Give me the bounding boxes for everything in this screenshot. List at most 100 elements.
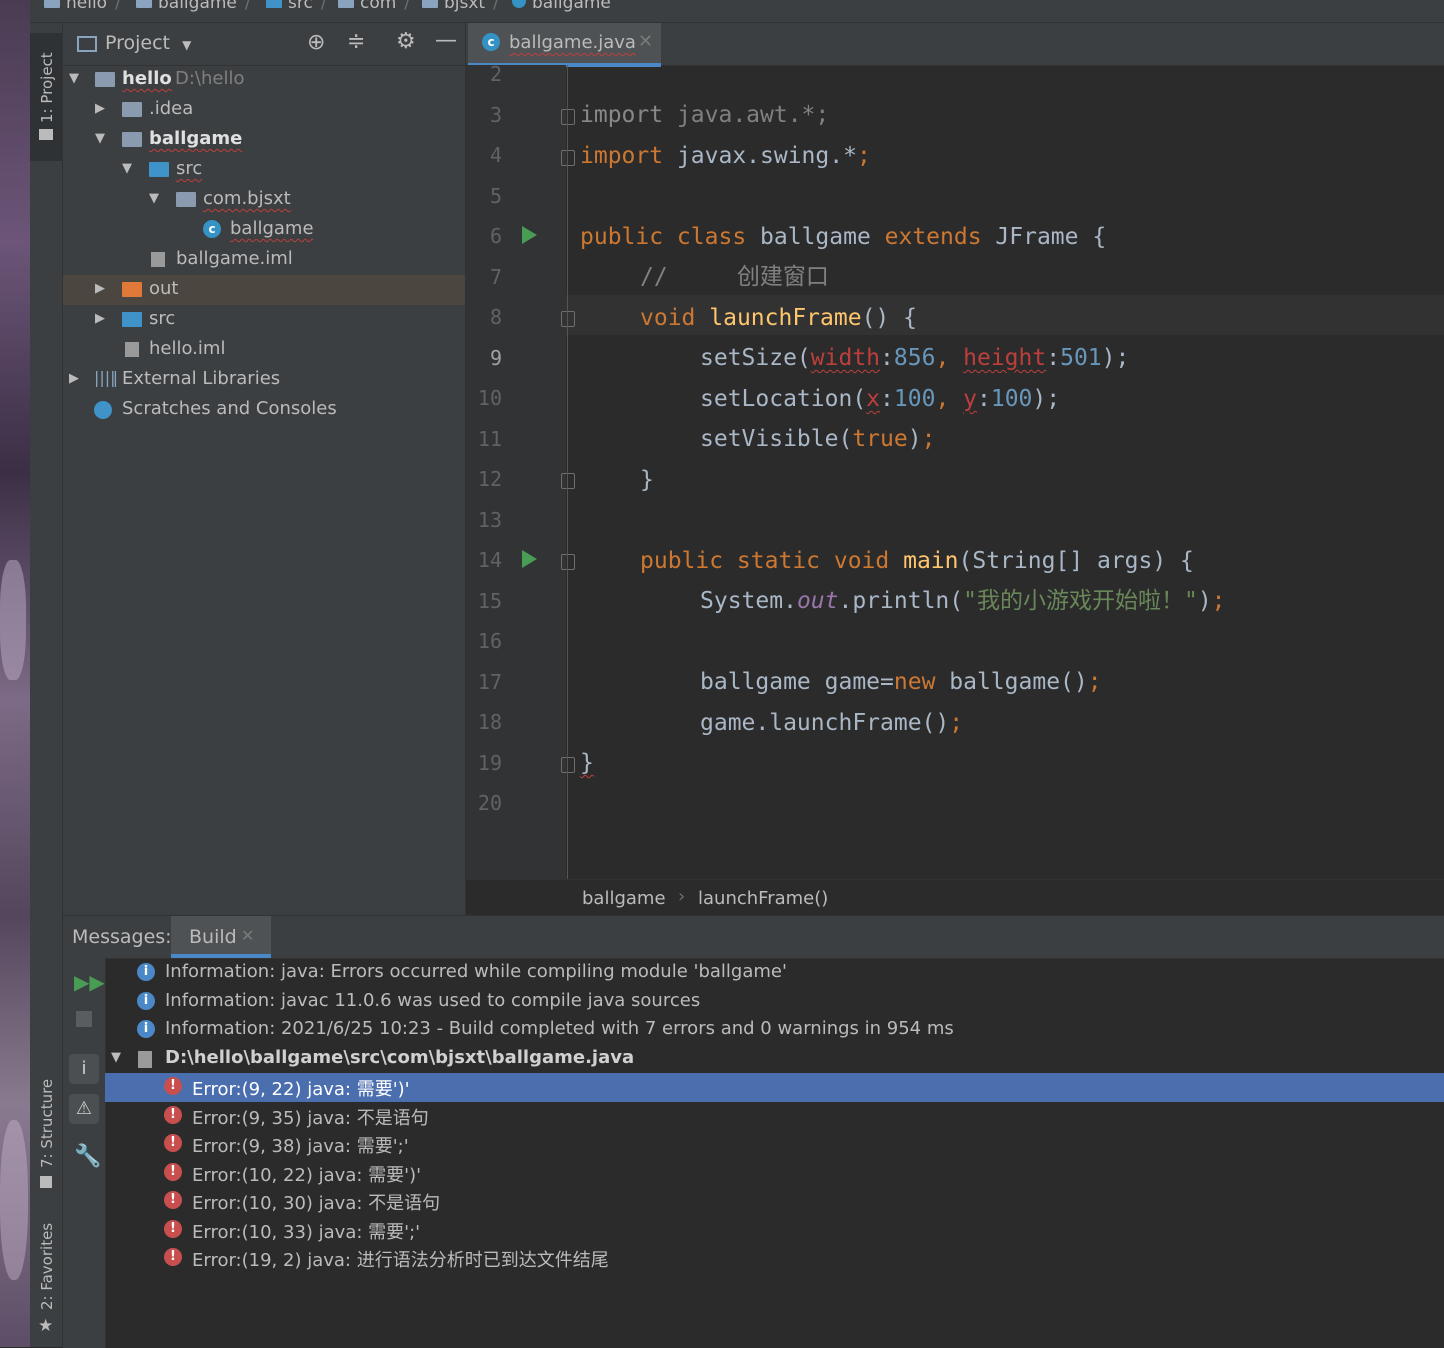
- error-icon: !: [164, 1077, 182, 1095]
- expanded-arrow-icon[interactable]: ▼: [122, 161, 132, 176]
- message-text: Error:(9, 22) java: 需要')': [192, 1079, 410, 1100]
- message-error[interactable]: ! Error:(10, 30) java: 不是语句: [105, 1187, 1444, 1216]
- gear-icon[interactable]: ⚙: [396, 29, 416, 54]
- tool-tab-project[interactable]: 1: Project: [30, 33, 62, 161]
- line-number: 6: [489, 224, 502, 248]
- message-text: Error:(9, 38) java: 需要';': [192, 1136, 409, 1157]
- source-folder-icon: [149, 162, 169, 177]
- message-text: Error:(10, 33) java: 需要';': [192, 1222, 421, 1243]
- tree-node-label: ballgame.iml: [176, 248, 293, 269]
- libraries-icon: |||‖: [94, 368, 119, 387]
- run-gutter-icon[interactable]: [522, 550, 537, 568]
- stop-icon[interactable]: [76, 1011, 92, 1027]
- tree-node-label: External Libraries: [122, 368, 281, 389]
- collapsed-arrow-icon[interactable]: ▶: [95, 281, 105, 296]
- code-token: ballgame(): [949, 669, 1088, 695]
- editor-breadcrumb-class[interactable]: ballgame: [582, 888, 666, 909]
- breadcrumb-item-bjsxt[interactable]: bjsxt /: [422, 0, 499, 13]
- expanded-arrow-icon[interactable]: ▼: [69, 71, 79, 86]
- expanded-arrow-icon[interactable]: ▼: [95, 131, 105, 146]
- tree-node-label: ballgame: [230, 218, 314, 239]
- line-number: 19: [477, 751, 502, 775]
- hide-panel-icon[interactable]: —: [435, 28, 457, 53]
- warning-filter-icon[interactable]: ⚠: [69, 1094, 99, 1124]
- collapsed-arrow-icon[interactable]: ▶: [95, 311, 105, 326]
- message-info[interactable]: i Information: javac 11.0.6 was used to …: [105, 988, 1444, 1017]
- locate-file-icon[interactable]: ⊕: [307, 30, 325, 55]
- code-token: import: [580, 143, 677, 169]
- tree-node-src-root[interactable]: ▶ src: [63, 305, 465, 335]
- close-icon[interactable]: ✕: [638, 31, 653, 52]
- message-file-path: D:\hello\ballgame\src\com\bjsxt\ballgame…: [165, 1047, 635, 1068]
- tree-node-hello[interactable]: ▼ hello D:\hello: [63, 65, 465, 95]
- breadcrumb-item-ballgame[interactable]: ballgame /: [136, 0, 251, 13]
- message-file-node[interactable]: ▼ D:\hello\ballgame\src\com\bjsxt\ballga…: [105, 1045, 1444, 1074]
- tree-node-out[interactable]: ▶ out: [63, 275, 465, 305]
- code-token: ;: [921, 426, 936, 452]
- code-token: :: [1046, 345, 1061, 371]
- editor-breadcrumb: ballgame › launchFrame(): [466, 879, 1444, 916]
- code-area[interactable]: import java.awt.*; import javax.swing.*;…: [566, 65, 1444, 879]
- breadcrumb-item-hello[interactable]: hello /: [44, 0, 121, 13]
- message-error[interactable]: ! Error:(10, 22) java: 需要')': [105, 1159, 1444, 1188]
- code-token: height: [963, 345, 1047, 371]
- editor-breadcrumb-method[interactable]: launchFrame(): [698, 888, 828, 909]
- folder-icon: [136, 0, 152, 8]
- message-error[interactable]: ! Error:(9, 35) java: 不是语句: [105, 1102, 1444, 1131]
- breadcrumb-item-com[interactable]: com /: [338, 0, 410, 13]
- line-number: 3: [489, 103, 502, 127]
- breadcrumb-label: com: [360, 0, 397, 13]
- tree-node-ballgame-class[interactable]: c ballgame: [63, 215, 465, 245]
- tool-tab-favorites[interactable]: 2: Favorites ★: [30, 1218, 62, 1338]
- code-token: setVisible(: [700, 426, 853, 452]
- message-text: Error:(10, 22) java: 需要')': [192, 1165, 422, 1186]
- tree-node-package[interactable]: ▼ com.bjsxt: [63, 185, 465, 215]
- message-info[interactable]: i Information: java: Errors occurred whi…: [105, 959, 1444, 988]
- code-token: ): [907, 426, 922, 452]
- breadcrumb-item-ballgame-class[interactable]: ballgame: [512, 0, 611, 13]
- message-error[interactable]: ! Error:(10, 33) java: 需要';': [105, 1216, 1444, 1245]
- tool-tab-structure[interactable]: 7: Structure: [30, 1073, 62, 1193]
- messages-header: Messages: Build ✕: [63, 916, 1444, 959]
- breadcrumb-label: ballgame: [532, 0, 611, 13]
- tree-node-idea[interactable]: ▶ .idea: [63, 95, 465, 125]
- code-line-10: setLocation(x:100, y:100);: [700, 386, 1061, 412]
- run-gutter-icon[interactable]: [522, 226, 537, 244]
- collapsed-arrow-icon[interactable]: ▶: [69, 371, 79, 386]
- breadcrumb-label: ballgame: [158, 0, 237, 13]
- expanded-arrow-icon[interactable]: ▼: [149, 191, 159, 206]
- line-number: 18: [477, 710, 502, 734]
- close-icon[interactable]: ✕: [241, 926, 254, 945]
- java-class-icon: c: [482, 33, 500, 51]
- code-line-15: System.out.println("我的小游戏开始啦！");: [700, 581, 1226, 621]
- message-error[interactable]: ! Error:(9, 38) java: 需要';': [105, 1130, 1444, 1159]
- tree-node-label: Scratches and Consoles: [122, 398, 337, 419]
- collapse-all-icon[interactable]: ≑: [347, 29, 365, 54]
- tree-node-path-hint: D:\hello: [175, 68, 245, 89]
- package-icon: [176, 192, 196, 207]
- rerun-icon[interactable]: ▶▶: [74, 970, 105, 994]
- tree-node-scratches[interactable]: Scratches and Consoles: [63, 395, 465, 425]
- editor-tab-ballgame-java[interactable]: c ballgame.java ✕: [468, 23, 661, 67]
- tree-node-ballgame-module[interactable]: ▼ ballgame: [63, 125, 465, 155]
- wrench-icon[interactable]: 🔧: [74, 1144, 101, 1169]
- project-view-selector[interactable]: Project ▼: [105, 32, 191, 54]
- messages-title: Messages:: [72, 926, 172, 948]
- tab-build[interactable]: Build ✕: [171, 916, 271, 958]
- code-token: true: [852, 426, 908, 452]
- info-filter-icon[interactable]: i: [69, 1054, 99, 1084]
- tree-node-src[interactable]: ▼ src: [63, 155, 465, 185]
- message-info[interactable]: i Information: 2021/6/25 10:23 - Build c…: [105, 1016, 1444, 1045]
- breadcrumb-item-src[interactable]: src /: [266, 0, 327, 13]
- code-token: 100: [990, 386, 1033, 412]
- expanded-arrow-icon[interactable]: ▼: [111, 1050, 121, 1065]
- message-error[interactable]: ! Error:(19, 2) java: 进行语法分析时已到达文件结尾: [105, 1244, 1444, 1273]
- message-error-selected[interactable]: ! Error:(9, 22) java: 需要')': [105, 1073, 1444, 1102]
- tree-node-ballgame-iml[interactable]: ballgame.iml: [63, 245, 465, 275]
- tree-node-hello-iml[interactable]: hello.iml: [63, 335, 465, 365]
- line-number-current: 9: [489, 346, 502, 370]
- code-token: 856: [893, 345, 936, 371]
- tree-node-external-libraries[interactable]: ▶ |||‖ External Libraries: [63, 365, 465, 395]
- breadcrumb-label: bjsxt: [444, 0, 486, 13]
- collapsed-arrow-icon[interactable]: ▶: [95, 101, 105, 116]
